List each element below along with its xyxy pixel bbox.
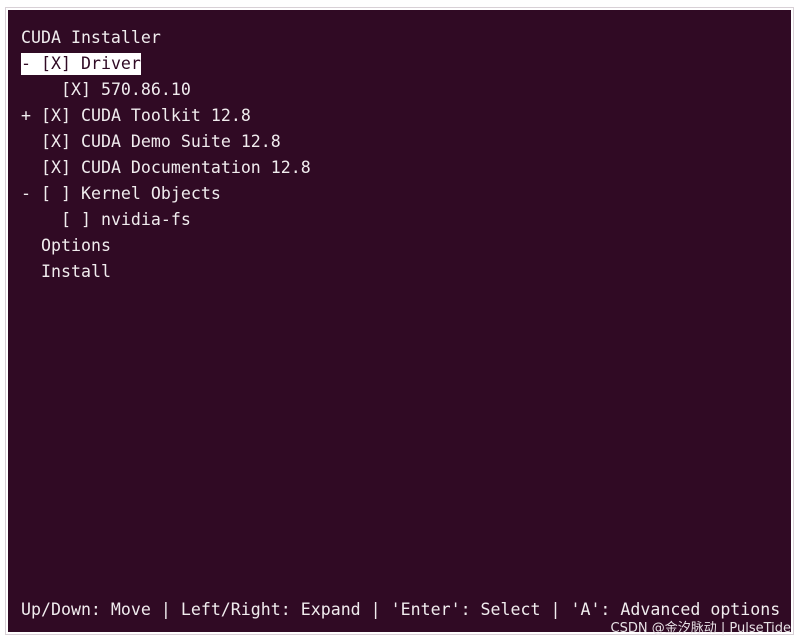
expand-toggle[interactable]: -	[21, 54, 41, 73]
installer-title: CUDA Installer	[21, 28, 161, 47]
csdn-watermark: CSDN @金汐脉动 | PulseTide	[610, 621, 791, 636]
terminal-window: CUDA Installer - [X] Driver [X] 570.86.1…	[5, 7, 794, 635]
menu-item-cuda-demo-suite[interactable]: [X] CUDA Demo Suite 12.8	[21, 131, 281, 153]
checkbox-cuda-demo-suite[interactable]: [X]	[41, 132, 71, 151]
menu-item-kernel-objects[interactable]: - [ ] Kernel Objects	[21, 183, 221, 205]
menu-item-label: Kernel Objects	[80, 184, 221, 203]
options-button[interactable]: Options	[41, 235, 111, 257]
menu-item-cuda-documentation[interactable]: [X] CUDA Documentation 12.8	[21, 157, 311, 179]
expand-toggle[interactable]: +	[21, 106, 41, 125]
checkbox-kernel-objects[interactable]: [ ]	[41, 184, 71, 203]
menu-item-nvidia-fs[interactable]: [ ] nvidia-fs	[21, 209, 191, 231]
menu-item-label: CUDA Documentation 12.8	[80, 158, 311, 177]
menu-item-driver[interactable]: - [X] Driver	[21, 53, 141, 75]
menu-item-cuda-toolkit[interactable]: + [X] CUDA Toolkit 12.8	[21, 105, 251, 127]
checkbox-cuda-documentation[interactable]: [X]	[41, 158, 71, 177]
install-button[interactable]: Install	[41, 261, 111, 283]
checkbox-cuda-toolkit[interactable]: [X]	[41, 106, 71, 125]
checkbox-nvidia-fs[interactable]: [ ]	[61, 210, 91, 229]
menu-item-label: nvidia-fs	[100, 210, 191, 229]
menu-item-label: CUDA Demo Suite 12.8	[80, 132, 281, 151]
expand-toggle[interactable]: -	[21, 184, 41, 203]
menu-item-label: CUDA Toolkit 12.8	[80, 106, 251, 125]
menu-item-driver-version[interactable]: [X] 570.86.10	[21, 79, 191, 101]
menu-item-label: 570.86.10	[100, 80, 191, 99]
menu-item-label: Driver	[80, 54, 141, 73]
terminal-screen: CUDA Installer - [X] Driver [X] 570.86.1…	[8, 10, 791, 632]
checkbox-driver[interactable]: [X]	[41, 54, 71, 73]
checkbox-driver-version[interactable]: [X]	[61, 80, 91, 99]
